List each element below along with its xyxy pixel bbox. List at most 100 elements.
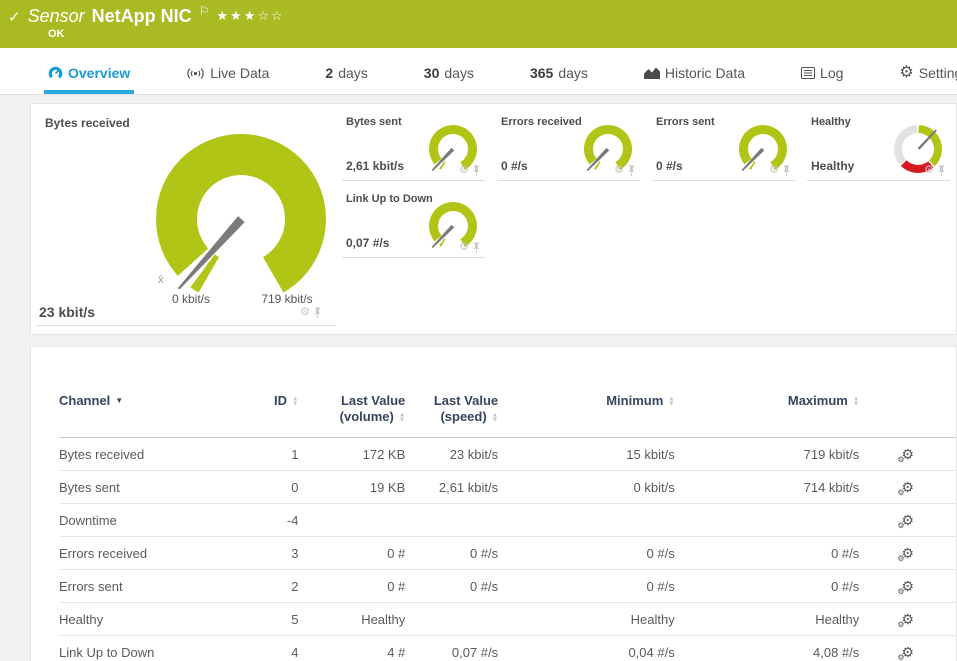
gauge-needle bbox=[175, 216, 245, 292]
tab-label: days bbox=[338, 65, 368, 81]
gauge-value: 0 #/s bbox=[501, 159, 528, 173]
object-type-label: Sensor bbox=[28, 6, 85, 27]
tab-label: Log bbox=[820, 65, 843, 81]
table-row: Bytes sent 0 19 KB 2,61 kbit/s 0 kbit/s … bbox=[59, 471, 956, 504]
minimum-cell: 0 #/s bbox=[498, 570, 675, 603]
sort-icon[interactable]: ▲▼ bbox=[668, 397, 674, 407]
channel-tile-errors-received: Errors received 0 #/s ⚙ bbox=[491, 104, 646, 181]
gauge-value: 0,07 #/s bbox=[346, 236, 389, 250]
gauge-title: Link Up to Down bbox=[346, 193, 433, 205]
pin-icon[interactable] bbox=[313, 307, 322, 318]
pin-icon[interactable] bbox=[472, 242, 481, 253]
gauge-needle bbox=[586, 148, 610, 172]
last-value-volume-cell: 172 KB bbox=[298, 438, 405, 471]
gauge-value: 0 #/s bbox=[656, 159, 683, 173]
priority-stars[interactable]: ★★★☆☆ bbox=[216, 8, 284, 24]
status-check-icon: ✓ bbox=[8, 8, 21, 26]
column-header-last-value-speed[interactable]: Last Value (speed)▲▼ bbox=[405, 347, 498, 438]
channels-table-panel: Channel ▼ ID ▲▼ Last Value (volume)▲▼ Last… bbox=[30, 346, 957, 661]
gear-icon[interactable]: ⚙ bbox=[924, 165, 934, 176]
table-row: Healthy 5 Healthy Healthy Healthy ⚙⚙ bbox=[59, 603, 956, 636]
gauge-icon bbox=[48, 66, 63, 81]
column-header-maximum[interactable]: Maximum▲▼ bbox=[675, 347, 860, 438]
sort-icon[interactable]: ▲▼ bbox=[399, 413, 405, 423]
channel-settings-icon[interactable]: ⚙⚙ bbox=[901, 480, 914, 495]
column-label: Channel bbox=[59, 393, 110, 409]
gear-icon[interactable]: ⚙ bbox=[459, 242, 469, 253]
tab-365-days[interactable]: 365 days bbox=[526, 65, 592, 94]
tab-log[interactable]: Log bbox=[797, 65, 847, 94]
tab-overview[interactable]: Overview bbox=[44, 65, 134, 94]
table-row: Errors sent 2 0 # 0 #/s 0 #/s 0 #/s ⚙⚙ bbox=[59, 570, 956, 603]
column-header-id[interactable]: ID ▲▼ bbox=[244, 347, 299, 438]
gear-icon[interactable]: ⚙ bbox=[300, 307, 310, 318]
table-header-row: Channel ▼ ID ▲▼ Last Value (volume)▲▼ Last… bbox=[59, 347, 956, 438]
average-marker: x̄ bbox=[158, 274, 164, 286]
channel-name-cell[interactable]: Errors received bbox=[59, 537, 244, 570]
column-header-last-value-volume[interactable]: Last Value (volume)▲▼ bbox=[298, 347, 405, 438]
tab-bar: Overview Live Data 2 days 30 days 365 da… bbox=[0, 48, 957, 95]
gauge-title: Healthy bbox=[811, 116, 851, 128]
gear-icon[interactable]: ⚙ bbox=[459, 165, 469, 176]
chevron-down-icon[interactable]: ▼ bbox=[115, 393, 123, 409]
sort-icon[interactable]: ▲▼ bbox=[292, 397, 298, 407]
gauge-title: Errors received bbox=[501, 116, 582, 128]
channel-settings-icon[interactable]: ⚙⚙ bbox=[901, 645, 914, 660]
column-label: ID bbox=[274, 393, 287, 409]
tab-historic-data[interactable]: Historic Data bbox=[640, 65, 749, 94]
channel-tile-bytes-sent: Bytes sent 2,61 kbit/s ⚙ bbox=[336, 104, 491, 181]
tab-30-days[interactable]: 30 days bbox=[420, 65, 478, 94]
channel-id-cell: 2 bbox=[244, 570, 299, 603]
channel-name-cell[interactable]: Downtime bbox=[59, 504, 244, 537]
channel-name-cell[interactable]: Errors sent bbox=[59, 570, 244, 603]
gear-icon[interactable]: ⚙ bbox=[769, 165, 779, 176]
sensor-header: ✓ Sensor NetApp NIC ⚐ ★★★☆☆ OK bbox=[0, 0, 957, 48]
tab-2-days[interactable]: 2 days bbox=[321, 65, 371, 94]
priority-flag-icon[interactable]: ⚐ bbox=[199, 4, 210, 18]
tab-label-number: 2 bbox=[325, 65, 333, 81]
minimum-cell: 15 kbit/s bbox=[498, 438, 675, 471]
pin-icon[interactable] bbox=[627, 165, 636, 176]
sort-icon[interactable]: ▲▼ bbox=[492, 413, 498, 423]
pin-icon[interactable] bbox=[937, 165, 946, 176]
channel-tile-link-up-to-down: Link Up to Down 0,07 #/s ⚙ bbox=[336, 181, 491, 258]
channel-name-cell[interactable]: Bytes received bbox=[59, 438, 244, 471]
channel-tile-healthy: Healthy Healthy ⚙ bbox=[801, 104, 956, 181]
gauge-needle bbox=[741, 148, 765, 172]
tab-settings[interactable]: ⚙ Settings bbox=[895, 65, 957, 94]
channel-settings-icon[interactable]: ⚙⚙ bbox=[901, 513, 914, 528]
channel-settings-icon[interactable]: ⚙⚙ bbox=[901, 579, 914, 594]
column-label: Last Value bbox=[341, 393, 405, 409]
channel-settings-icon[interactable]: ⚙⚙ bbox=[901, 447, 914, 462]
column-label: Minimum bbox=[606, 393, 663, 409]
channel-tile-errors-sent: Errors sent 0 #/s ⚙ bbox=[646, 104, 801, 181]
last-value-speed-cell: 0 #/s bbox=[405, 537, 498, 570]
channel-name-cell[interactable]: Healthy bbox=[59, 603, 244, 636]
channel-name-cell[interactable]: Link Up to Down bbox=[59, 636, 244, 661]
historic-chart-icon bbox=[644, 67, 660, 79]
column-header-minimum[interactable]: Minimum ▲▼ bbox=[498, 347, 675, 438]
maximum-cell bbox=[675, 504, 860, 537]
last-value-speed-cell: 0,07 #/s bbox=[405, 636, 498, 661]
last-value-volume-cell bbox=[298, 504, 405, 537]
tab-label: Overview bbox=[68, 65, 130, 81]
table-row: Downtime -4 ⚙⚙ bbox=[59, 504, 956, 537]
gear-icon[interactable]: ⚙ bbox=[614, 165, 624, 176]
channel-settings-icon[interactable]: ⚙⚙ bbox=[901, 612, 914, 627]
column-header-channel[interactable]: Channel ▼ bbox=[59, 347, 244, 438]
last-value-speed-cell: 0 #/s bbox=[405, 570, 498, 603]
channel-name-cell[interactable]: Bytes sent bbox=[59, 471, 244, 504]
tab-live-data[interactable]: Live Data bbox=[182, 65, 273, 94]
minimum-cell: Healthy bbox=[498, 603, 675, 636]
tab-label: Historic Data bbox=[665, 65, 745, 81]
last-value-volume-cell: 0 # bbox=[298, 537, 405, 570]
minimum-cell: 0,04 #/s bbox=[498, 636, 675, 661]
pin-icon[interactable] bbox=[472, 165, 481, 176]
pin-icon[interactable] bbox=[782, 165, 791, 176]
channel-id-cell: 3 bbox=[244, 537, 299, 570]
sort-icon[interactable]: ▲▼ bbox=[853, 397, 859, 407]
table-row: Bytes received 1 172 KB 23 kbit/s 15 kbi… bbox=[59, 438, 956, 471]
tile-tools: ⚙ bbox=[459, 165, 481, 176]
channel-settings-icon[interactable]: ⚙⚙ bbox=[901, 546, 914, 561]
column-label: (speed) bbox=[440, 409, 486, 425]
